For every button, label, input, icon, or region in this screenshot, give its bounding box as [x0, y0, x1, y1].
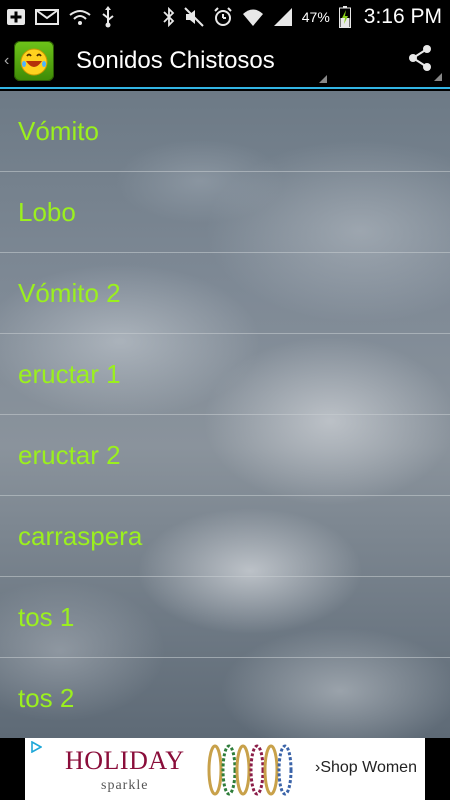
battery-charging-icon — [338, 5, 351, 28]
signal-icon — [273, 7, 293, 27]
wifi-icon — [242, 7, 264, 27]
clock: 3:16 PM — [363, 4, 442, 28]
status-left-icons — [6, 5, 115, 28]
ad-subline: sparkle — [101, 778, 149, 793]
adchoices-icon[interactable] — [30, 740, 43, 756]
sound-list[interactable]: Vómito Lobo Vómito 2 eructar 1 eructar 2… — [0, 91, 450, 738]
list-item[interactable]: Lobo — [0, 172, 450, 253]
battery-percent: 47% — [301, 8, 330, 25]
share-icon — [406, 44, 434, 77]
ad-banner[interactable]: HOLIDAY sparkle ›Shop Women — [0, 738, 450, 800]
list-item[interactable]: Vómito 2 — [0, 253, 450, 334]
list-item[interactable]: eructar 2 — [0, 415, 450, 496]
app-title-text: Sonidos Chistosos — [76, 47, 275, 74]
bracelets-image — [201, 742, 301, 800]
ad-content[interactable]: HOLIDAY sparkle ›Shop Women — [25, 738, 425, 800]
status-bar: 47% 3:16 PM — [0, 0, 450, 33]
smiley-app-icon[interactable] — [14, 41, 54, 81]
list-item[interactable]: tos 2 — [0, 658, 450, 738]
mail-icon — [35, 8, 59, 25]
dropdown-indicator-icon — [318, 75, 327, 83]
wifi-notification-icon — [68, 8, 92, 26]
list-item[interactable]: carraspera — [0, 496, 450, 577]
usb-icon — [101, 5, 115, 28]
mute-icon — [184, 6, 204, 27]
app-title[interactable]: Sonidos Chistosos — [76, 47, 327, 83]
list-item[interactable]: eructar 1 — [0, 334, 450, 415]
list-item[interactable]: tos 1 — [0, 577, 450, 658]
list-item[interactable]: Vómito — [0, 91, 450, 172]
alarm-icon — [213, 6, 233, 27]
share-button[interactable] — [390, 33, 450, 87]
add-notification-icon — [6, 8, 26, 26]
status-right-icons: 47% 3:16 PM — [163, 5, 442, 29]
chevron-left-icon[interactable]: ‹ — [4, 52, 14, 70]
action-bar: ‹ Sonidos Chistosos — [0, 33, 450, 89]
ad-headline: HOLIDAY — [65, 746, 185, 775]
bluetooth-icon — [163, 6, 175, 27]
overflow-indicator-icon — [434, 73, 442, 81]
ad-shop-women-link[interactable]: ›Shop Women — [315, 759, 417, 777]
